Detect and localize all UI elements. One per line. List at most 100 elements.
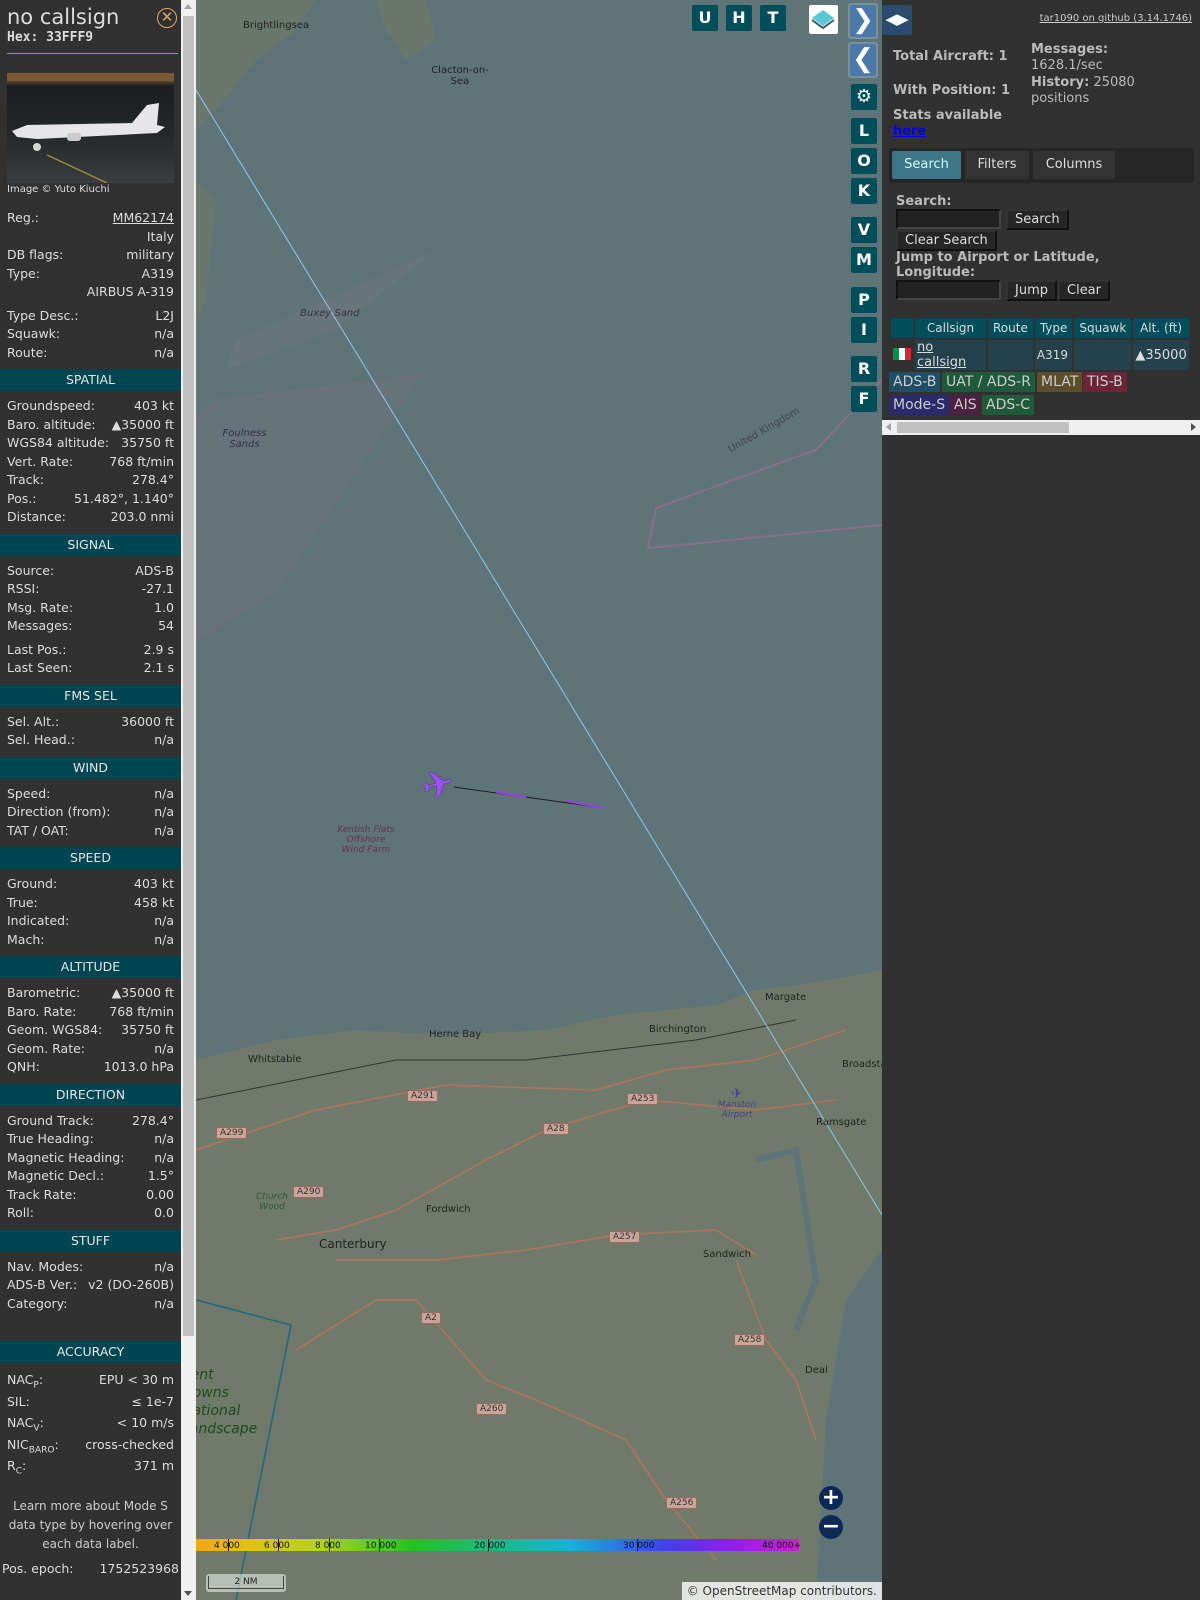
map-button-k[interactable]: K — [851, 178, 877, 204]
detail-label: TAT / OAT: — [7, 822, 69, 841]
place-label: Manston Airport — [717, 1100, 757, 1120]
panel-tabs: Search Filters Columns — [889, 148, 1194, 183]
clear-button[interactable]: Clear — [1058, 280, 1110, 301]
tab-filters[interactable]: Filters — [965, 151, 1029, 179]
column-header-squawk[interactable]: Squawk — [1074, 318, 1132, 340]
clear-search-button[interactable]: Clear Search — [896, 230, 997, 251]
settings-gear-icon[interactable]: ⚙ — [851, 84, 877, 110]
detail-value: military — [126, 247, 174, 262]
stats-link[interactable]: here — [893, 124, 926, 139]
detail-row: True: 458 kt — [0, 894, 181, 913]
place-label: Kentish Flats Offshore Wind Farm — [337, 825, 395, 855]
map-button-l[interactable]: L — [851, 118, 877, 144]
osm-link[interactable]: OpenStreetMap — [703, 1584, 797, 1598]
column-header-route[interactable]: Route — [988, 318, 1033, 340]
detail-row: Messages: 54 — [0, 617, 181, 636]
aircraft-photo[interactable] — [7, 73, 174, 183]
detail-label: Last Pos.: — [7, 641, 66, 660]
tab-columns[interactable]: Columns — [1033, 151, 1115, 179]
map-button-t[interactable]: T — [760, 5, 786, 31]
place-label: Clacton-on-Sea — [431, 65, 489, 87]
aircraft-list-panel: ◀▶ tar1090 on github (3.14.1746) Total A… — [882, 0, 1200, 1600]
column-header-callsign[interactable]: Callsign — [915, 318, 986, 340]
sidebar-scrollbar[interactable] — [181, 0, 196, 1600]
github-link[interactable]: tar1090 on github (3.14.1746) — [1040, 13, 1192, 24]
detail-label-text: TAT / OAT: — [7, 822, 69, 838]
place-label: Kent Downs National Landscape — [196, 1367, 258, 1437]
detail-value: n/a — [154, 732, 174, 747]
layers-icon[interactable] — [809, 5, 838, 34]
detail-row: Ground Track: 278.4° — [0, 1112, 181, 1131]
prev-aircraft-button[interactable]: ❮ — [848, 42, 878, 78]
detail-label-text: Indicated: — [7, 913, 70, 928]
divider — [7, 53, 178, 54]
map-button-v[interactable]: V — [851, 217, 877, 243]
place-label: Margate — [765, 992, 807, 1003]
detail-value: MM62174 — [113, 209, 174, 228]
detail-row: Magnetic Heading: n/a — [0, 1149, 181, 1168]
jump-label: Jump to Airport or Latitude, Longitude: — [896, 250, 1100, 280]
map-attribution: © OpenStreetMap contributors. — [681, 1582, 882, 1600]
table-row[interactable]: no callsign A319 ▲35000 — [891, 340, 1189, 370]
column-header-type[interactable]: Type — [1034, 318, 1073, 340]
tab-search[interactable]: Search — [892, 151, 961, 179]
section-header-altitude: ALTITUDE — [0, 956, 181, 978]
place-label: Broadstairs — [842, 1059, 882, 1070]
altitude-tick-label: 8 000 — [315, 1541, 341, 1551]
callsign-link[interactable]: no callsign — [917, 340, 966, 370]
road-label: A260 — [476, 1403, 508, 1415]
scrollbar-thumb[interactable] — [897, 422, 1069, 433]
zoom-in-button[interactable]: + — [819, 1486, 843, 1510]
map-view[interactable]: ✈ ✈ Brightlingsea Clacton-on-Sea Buxey S… — [196, 0, 882, 1600]
column-header-altitude[interactable]: Alt. (ft) — [1133, 318, 1189, 340]
map-button-p[interactable]: P — [851, 287, 877, 313]
detail-label-text: NAC — [7, 1415, 34, 1430]
scroll-left-icon[interactable] — [886, 423, 891, 431]
scroll-up-icon[interactable] — [184, 4, 192, 9]
scroll-right-icon[interactable] — [1191, 423, 1196, 431]
detail-label-text: Msg. Rate: — [7, 599, 74, 615]
section-header-signal: SIGNAL — [0, 533, 181, 556]
registration-link[interactable]: MM62174 — [113, 210, 174, 225]
source-legend-uat-ads-r: UAT / ADS-R — [942, 372, 1035, 392]
map-button-r[interactable]: R — [851, 356, 877, 382]
flag-italy-icon — [891, 340, 913, 370]
close-icon[interactable]: ✕ — [157, 8, 177, 28]
detail-row: Direction (from): n/a — [0, 803, 181, 822]
place-label: Ramsgate — [816, 1117, 867, 1128]
detail-label: True: — [7, 894, 38, 913]
map-button-h[interactable]: H — [726, 5, 752, 31]
jump-button[interactable]: Jump — [1006, 280, 1057, 301]
zoom-out-button[interactable]: − — [819, 1515, 843, 1539]
map-button-m[interactable]: M — [851, 247, 877, 273]
place-label: Foulness Sands — [222, 428, 267, 450]
scale-bar: 2 NM — [206, 1574, 286, 1592]
detail-value: n/a — [154, 326, 174, 341]
map-button-u[interactable]: U — [692, 5, 718, 31]
detail-label-text: Last Seen: — [7, 660, 73, 675]
pos-epoch-row: Pos. epoch: 1752523968 — [0, 1560, 181, 1579]
table-horizontal-scrollbar[interactable] — [882, 420, 1200, 435]
detail-label-text: Ground: — [7, 876, 58, 891]
search-button[interactable]: Search — [1006, 209, 1069, 230]
detail-row: RC: 371 m — [0, 1455, 181, 1477]
map-button-i[interactable]: I — [851, 317, 877, 343]
next-aircraft-button[interactable]: ❯ — [848, 3, 878, 39]
detail-value: AIRBUS A-319 — [86, 284, 174, 299]
search-input[interactable] — [896, 209, 1001, 229]
map-button-o[interactable]: O — [851, 148, 877, 174]
messages-value: 1628.1/sec — [1031, 58, 1103, 73]
toggle-sidebar-icon[interactable]: ◀▶ — [882, 5, 912, 35]
scrollbar-thumb[interactable] — [183, 16, 194, 1336]
jump-input[interactable] — [896, 280, 1001, 300]
source-legend-ads-b: ADS-B — [889, 372, 941, 392]
altitude-tick-label: 10 000 — [365, 1541, 397, 1551]
detail-row: Magnetic Decl.: 1.5° — [0, 1167, 181, 1186]
detail-row: TAT / OAT: n/a — [0, 822, 181, 841]
place-label: Birchington — [649, 1024, 707, 1035]
detail-label-text: WGS84 altitude: — [7, 435, 110, 450]
scroll-down-icon[interactable] — [184, 1591, 192, 1596]
detail-value: 278.4° — [131, 1112, 174, 1128]
map-button-f[interactable]: F — [851, 386, 877, 412]
place-label: Brightlingsea — [243, 20, 310, 31]
